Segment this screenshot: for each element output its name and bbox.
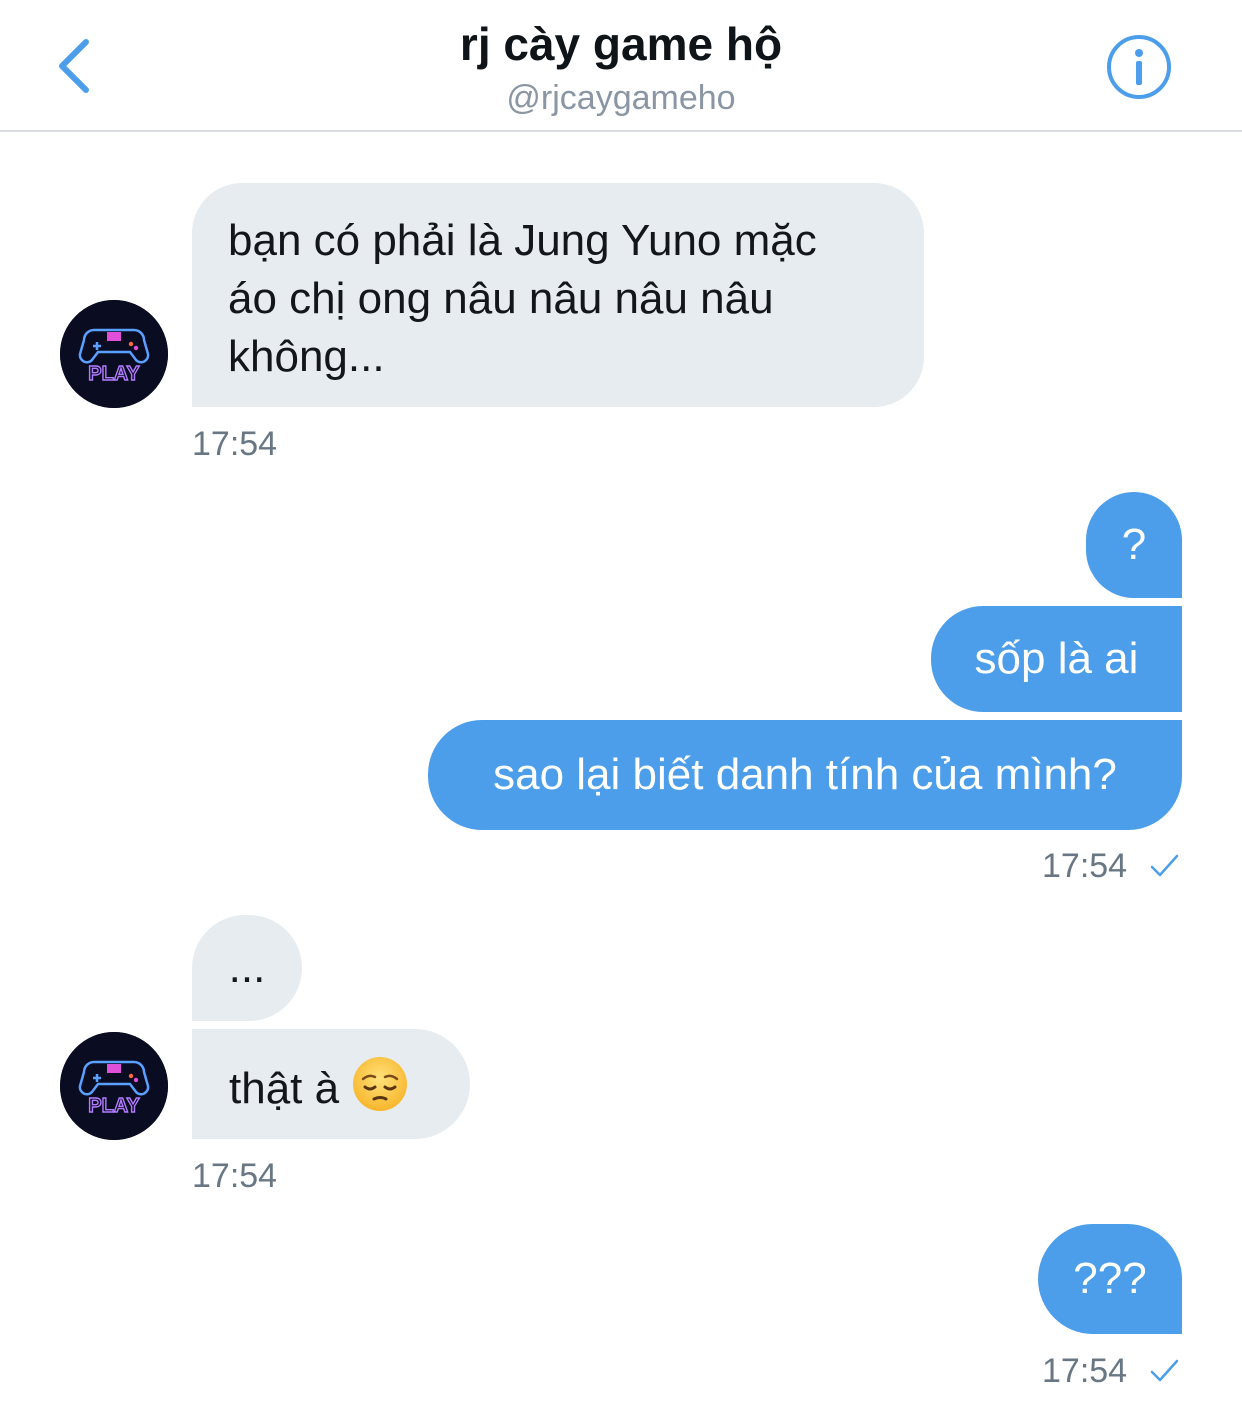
- message-timestamp: 17:54: [192, 1157, 278, 1195]
- info-icon: [1107, 35, 1171, 99]
- gamepad-play-icon: PLAY: [60, 1032, 168, 1140]
- outgoing-message-bubble[interactable]: sao lại biết danh tính của mình?: [428, 720, 1182, 830]
- outgoing-message-bubble[interactable]: ?: [1086, 492, 1182, 598]
- read-check-icon: [1150, 854, 1179, 877]
- message-text: thật à: [229, 1064, 340, 1113]
- pensive-face-icon: [353, 1057, 408, 1111]
- read-check-icon: [1150, 1359, 1179, 1382]
- conversation-title: rj cày game hộ: [459, 18, 783, 70]
- message-text: sao lại biết danh tính của mình?: [493, 750, 1117, 799]
- conversation-handle: @rjcaygameho: [506, 79, 736, 117]
- message-text: ???: [1073, 1254, 1147, 1303]
- message-timestamp: 17:54: [1042, 1352, 1128, 1390]
- message-text: sốp là ai: [974, 634, 1139, 683]
- message-text-line: không...: [228, 332, 385, 381]
- message-text-line: áo chị ong nâu nâu nâu nâu: [228, 274, 774, 323]
- incoming-message-bubble[interactable]: ...: [192, 915, 302, 1021]
- message-text-line: bạn có phải là Jung Yuno mặc: [228, 216, 817, 265]
- sender-avatar[interactable]: PLAY: [60, 1032, 168, 1140]
- sender-avatar[interactable]: PLAY: [60, 300, 168, 408]
- outgoing-message-bubble[interactable]: sốp là ai: [931, 606, 1182, 712]
- outgoing-message-bubble[interactable]: ???: [1038, 1224, 1182, 1334]
- incoming-message-bubble[interactable]: bạn có phải là Jung Yuno mặc áo chị ong …: [192, 183, 924, 407]
- message-text: ?: [1121, 520, 1147, 569]
- message-text: ...: [228, 943, 266, 992]
- info-button[interactable]: [1106, 34, 1172, 100]
- message-timestamp: 17:54: [192, 425, 278, 463]
- svg-text:PLAY: PLAY: [88, 1095, 140, 1117]
- gamepad-play-icon: PLAY: [60, 300, 168, 408]
- svg-text:PLAY: PLAY: [88, 363, 140, 385]
- message-timestamp: 17:54: [1042, 847, 1128, 885]
- conversation-title-block[interactable]: rj cày game hộ @rjcaygameho: [0, 14, 1242, 120]
- conversation-header: rj cày game hộ @rjcaygameho: [0, 0, 1242, 132]
- incoming-message-bubble[interactable]: thật à: [192, 1029, 470, 1139]
